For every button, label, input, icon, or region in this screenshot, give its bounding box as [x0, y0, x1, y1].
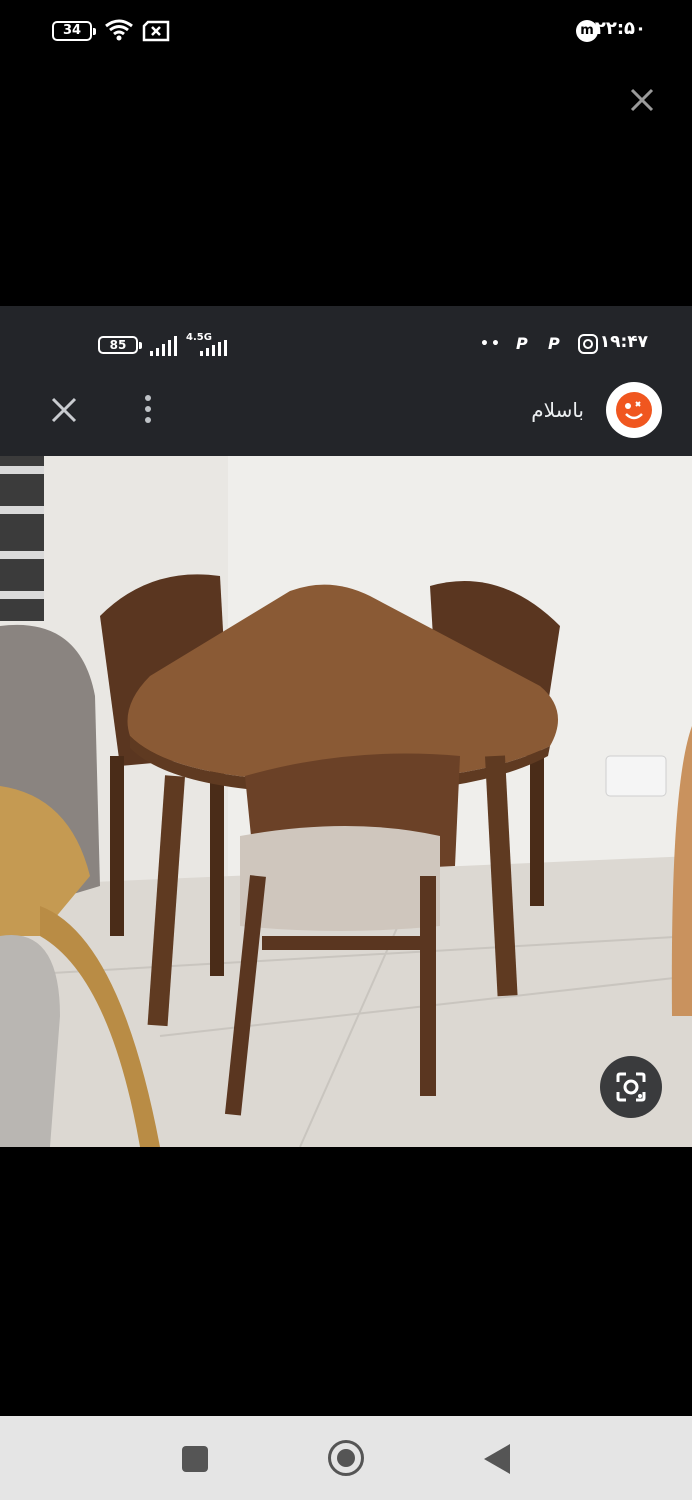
p-app-icon: P	[516, 334, 528, 353]
more-notifications-icon: ••	[480, 336, 502, 352]
p-app-icon: P	[548, 334, 560, 353]
battery-icon: 85	[98, 336, 142, 354]
inner-battery-level: 85	[109, 338, 127, 352]
battery-level: 34	[62, 23, 82, 38]
signal-icon	[150, 336, 177, 356]
system-navigation-bar	[0, 1416, 692, 1500]
wifi-icon	[105, 19, 133, 41]
shared-screenshot: 85 4.5G •• P P ۱۹:۴۷ باسلام	[0, 306, 692, 1147]
product-photo[interactable]	[0, 456, 692, 1147]
more-vert-icon[interactable]	[140, 392, 156, 428]
avatar[interactable]	[606, 382, 662, 438]
image-viewer-header: باسلام	[0, 378, 692, 456]
instagram-icon	[578, 334, 598, 354]
close-icon[interactable]	[48, 394, 80, 426]
source-title[interactable]: باسلام	[531, 398, 584, 422]
home-circle-icon[interactable]	[328, 1440, 364, 1476]
avatar-face-icon	[616, 392, 652, 428]
close-icon[interactable]	[626, 84, 658, 116]
battery-icon: 34	[52, 21, 96, 41]
status-time: ۲۲:۵۰	[594, 18, 646, 39]
outer-status-bar: 34 m ۲۲:۵۰	[0, 0, 692, 64]
recents-square-icon[interactable]	[182, 1446, 208, 1472]
table-chairs-image	[0, 456, 692, 1147]
sim-error-icon	[142, 20, 170, 42]
back-triangle-icon[interactable]	[484, 1444, 510, 1474]
inner-status-time: ۱۹:۴۷	[599, 332, 648, 352]
lens-search-icon[interactable]	[600, 1056, 662, 1118]
inner-status-bar: 85 4.5G •• P P ۱۹:۴۷	[0, 306, 692, 378]
signal-icon	[200, 340, 227, 356]
